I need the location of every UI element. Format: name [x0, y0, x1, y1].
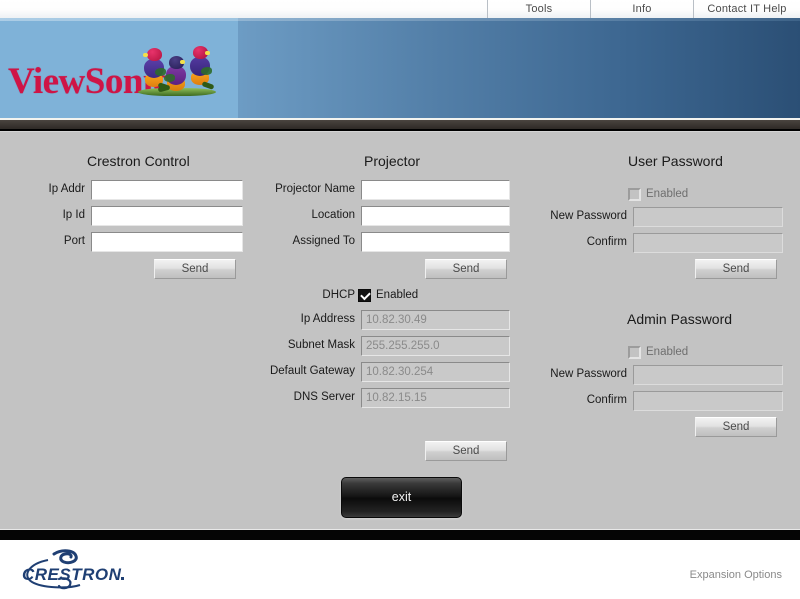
crestron-control-section-title: Crestron Control: [87, 153, 190, 169]
crestron-trademark-dot: [121, 577, 124, 580]
crestron-port-row: Port: [30, 232, 243, 252]
ip-address-value: 10.82.30.49: [361, 310, 510, 330]
default-gateway-value: 10.82.30.254: [361, 362, 510, 382]
projector-assigned-to-row: Assigned To: [255, 232, 510, 252]
brand-banner: ViewSonic®: [0, 18, 800, 118]
nav-item-tools[interactable]: Tools: [487, 0, 590, 18]
crestron-wordmark: CRESTRON: [22, 565, 122, 584]
nav-item-info-label: Info: [632, 2, 652, 15]
projector-name-input[interactable]: [361, 180, 510, 200]
projector-name-label: Projector Name: [275, 183, 355, 196]
admin-password-enabled-row[interactable]: Enabled: [628, 343, 688, 361]
gouldian-finches-icon: [136, 44, 218, 106]
panel-top-highlight: [0, 131, 800, 132]
projector-location-row: Location: [255, 206, 510, 226]
top-navigation-bar: Tools Info Contact IT Help: [0, 0, 800, 18]
dns-server-value: 10.82.15.15: [361, 388, 510, 408]
admin-new-password-label: New Password: [550, 368, 627, 381]
admin-password-enabled-checkbox[interactable]: [628, 345, 641, 359]
admin-password-section-title: Admin Password: [627, 311, 733, 327]
nav-item-info[interactable]: Info: [590, 0, 693, 18]
dhcp-enabled-checkbox[interactable]: [358, 288, 371, 302]
user-confirm-password-row: Confirm: [527, 233, 783, 253]
subnet-mask-value: 255.255.255.0: [361, 336, 510, 356]
crestron-port-input[interactable]: [91, 232, 243, 252]
exit-button[interactable]: exit: [341, 477, 462, 518]
finch-beak: [180, 60, 185, 64]
projector-section-title: Projector: [364, 153, 421, 169]
user-new-password-input[interactable]: [633, 207, 783, 227]
projector-assigned-to-input[interactable]: [361, 232, 510, 252]
admin-confirm-password-row: Confirm: [527, 391, 783, 411]
finch-wing: [164, 74, 175, 82]
banner-gradient: [238, 18, 800, 118]
nav-item-tools-label: Tools: [525, 2, 553, 15]
admin-password-enabled-label: Enabled: [646, 346, 689, 358]
dhcp-enabled-label: Enabled: [376, 289, 419, 301]
main-settings-panel: Crestron Control Ip Addr Ip Id Port Send…: [0, 131, 800, 529]
banner-top-sheen: [0, 18, 800, 21]
user-new-password-row: New Password: [527, 207, 783, 227]
crestron-port-label: Port: [63, 235, 85, 248]
admin-confirm-password-input[interactable]: [633, 391, 783, 411]
default-gateway-label: Default Gateway: [269, 365, 355, 378]
dns-server-label: DNS Server: [293, 391, 355, 404]
crestron-ip-id-label: Ip Id: [62, 209, 85, 222]
nav-item-contact-it-help-label: Contact IT Help: [707, 2, 787, 15]
projector-send-button[interactable]: Send: [425, 259, 507, 279]
admin-password-send-button[interactable]: Send: [695, 417, 777, 437]
user-confirm-password-label: Confirm: [586, 236, 627, 249]
expansion-options-link[interactable]: Expansion Options: [690, 569, 782, 581]
user-password-section-title: User Password: [628, 153, 723, 169]
finch-wing: [201, 67, 212, 75]
admin-confirm-password-label: Confirm: [586, 394, 627, 407]
panel-bottom-black-bar: [0, 530, 800, 540]
crestron-logo: CRESTRON: [18, 548, 138, 592]
subnet-mask-row: Subnet Mask 255.255.255.0: [255, 336, 510, 356]
user-password-enabled-row[interactable]: Enabled: [628, 185, 688, 203]
user-new-password-label: New Password: [550, 210, 627, 223]
default-gateway-row: Default Gateway 10.82.30.254: [255, 362, 510, 382]
projector-location-label: Location: [311, 209, 355, 222]
nav-item-contact-it-help[interactable]: Contact IT Help: [693, 0, 800, 18]
dhcp-enabled-row[interactable]: Enabled: [358, 286, 418, 304]
crestron-ip-addr-input[interactable]: [91, 180, 243, 200]
crestron-ip-addr-label: Ip Addr: [48, 183, 85, 196]
dhcp-label: DHCP: [322, 289, 355, 301]
footer: CRESTRON Expansion Options: [0, 540, 800, 599]
subnet-mask-label: Subnet Mask: [287, 339, 355, 352]
ip-address-row: Ip Address 10.82.30.49: [255, 310, 510, 330]
admin-new-password-row: New Password: [527, 365, 783, 385]
dns-server-row: DNS Server 10.82.15.15: [255, 388, 510, 408]
user-password-enabled-checkbox[interactable]: [628, 187, 641, 201]
crestron-ip-id-input[interactable]: [91, 206, 243, 226]
finch-beak: [143, 53, 148, 57]
banner-divider-dark: [0, 120, 800, 129]
ip-address-label: Ip Address: [300, 313, 355, 326]
user-confirm-password-input[interactable]: [633, 233, 783, 253]
user-password-send-button[interactable]: Send: [695, 259, 777, 279]
finch-head: [147, 48, 162, 61]
finch-beak: [205, 51, 210, 55]
crestron-control-send-button[interactable]: Send: [154, 259, 236, 279]
network-send-button[interactable]: Send: [425, 441, 507, 461]
user-password-enabled-label: Enabled: [646, 188, 689, 200]
projector-name-row: Projector Name: [255, 180, 510, 200]
admin-new-password-input[interactable]: [633, 365, 783, 385]
crestron-ip-addr-row: Ip Addr: [30, 180, 243, 200]
projector-location-input[interactable]: [361, 206, 510, 226]
projector-assigned-to-label: Assigned To: [292, 235, 355, 248]
crestron-ip-id-row: Ip Id: [30, 206, 243, 226]
